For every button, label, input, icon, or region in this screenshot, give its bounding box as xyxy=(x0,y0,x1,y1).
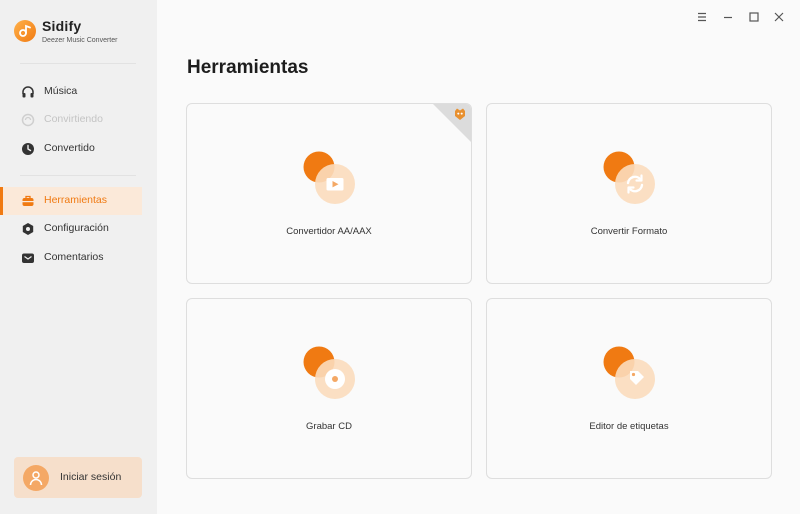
mail-icon xyxy=(22,253,34,263)
toolbox-icon xyxy=(22,195,34,206)
sidebar-item-label: Música xyxy=(44,85,78,97)
gear-icon xyxy=(22,223,34,235)
sidebar: Sidify Deezer Music Converter Música Con… xyxy=(0,0,158,514)
sidebar-item-herramientas[interactable]: Herramientas xyxy=(0,187,142,215)
video-play-icon xyxy=(303,151,355,204)
sidify-logo-icon xyxy=(14,20,36,42)
sidebar-item-convertido[interactable]: Convertido xyxy=(0,135,142,163)
app-window: Sidify Deezer Music Converter Música Con… xyxy=(0,0,800,514)
sidebar-item-musica[interactable]: Música xyxy=(0,78,142,106)
sidebar-item-label: Convirtiendo xyxy=(44,113,103,125)
avatar xyxy=(23,465,49,491)
minimize-icon[interactable] xyxy=(719,8,737,26)
converting-icon xyxy=(21,113,35,127)
tool-card-convertidor-aa-aax[interactable]: Convertidor AA/AAX xyxy=(186,103,472,284)
premium-badge-icon xyxy=(455,108,465,120)
sidebar-item-label: Comentarios xyxy=(44,251,104,263)
sidebar-item-comentarios[interactable]: Comentarios xyxy=(0,244,142,272)
maximize-icon[interactable] xyxy=(745,8,763,26)
tool-card-editor-de-etiquetas[interactable]: Editor de etiquetas xyxy=(486,298,772,479)
tool-label: Convertir Formato xyxy=(590,226,668,237)
tool-label: Editor de etiquetas xyxy=(589,421,669,432)
page-title: Herramientas xyxy=(187,57,309,78)
login-label: Iniciar sesión xyxy=(60,471,122,483)
app-name: Sidify xyxy=(42,18,82,34)
tag-icon xyxy=(603,346,655,399)
tool-label: Grabar CD xyxy=(306,421,352,432)
menu-icon[interactable] xyxy=(693,8,711,26)
sidebar-item-label: Herramientas xyxy=(44,194,108,206)
sidebar-divider xyxy=(20,175,136,176)
tool-label: Convertidor AA/AAX xyxy=(286,226,372,237)
main-panel: Herramientas Convertidor AA/AAX Converti… xyxy=(157,0,800,514)
tool-card-grabar-cd[interactable]: Grabar CD xyxy=(186,298,472,479)
sidebar-item-label: Configuración xyxy=(44,222,109,234)
clock-icon xyxy=(22,143,34,155)
app-subtitle: Deezer Music Converter xyxy=(42,37,118,44)
login-button[interactable]: Iniciar sesión xyxy=(14,457,142,498)
refresh-icon xyxy=(603,151,655,204)
sidebar-item-convirtiendo[interactable]: Convirtiendo xyxy=(0,106,142,134)
cd-icon xyxy=(303,346,355,399)
sidebar-divider xyxy=(20,63,136,64)
active-indicator xyxy=(0,187,3,215)
headphones-icon xyxy=(22,86,34,98)
close-icon[interactable] xyxy=(770,8,788,26)
sidebar-item-configuracion[interactable]: Configuración xyxy=(0,215,142,243)
sidebar-item-label: Convertido xyxy=(44,142,95,154)
user-icon xyxy=(29,471,43,486)
tool-card-convertir-formato[interactable]: Convertir Formato xyxy=(486,103,772,284)
